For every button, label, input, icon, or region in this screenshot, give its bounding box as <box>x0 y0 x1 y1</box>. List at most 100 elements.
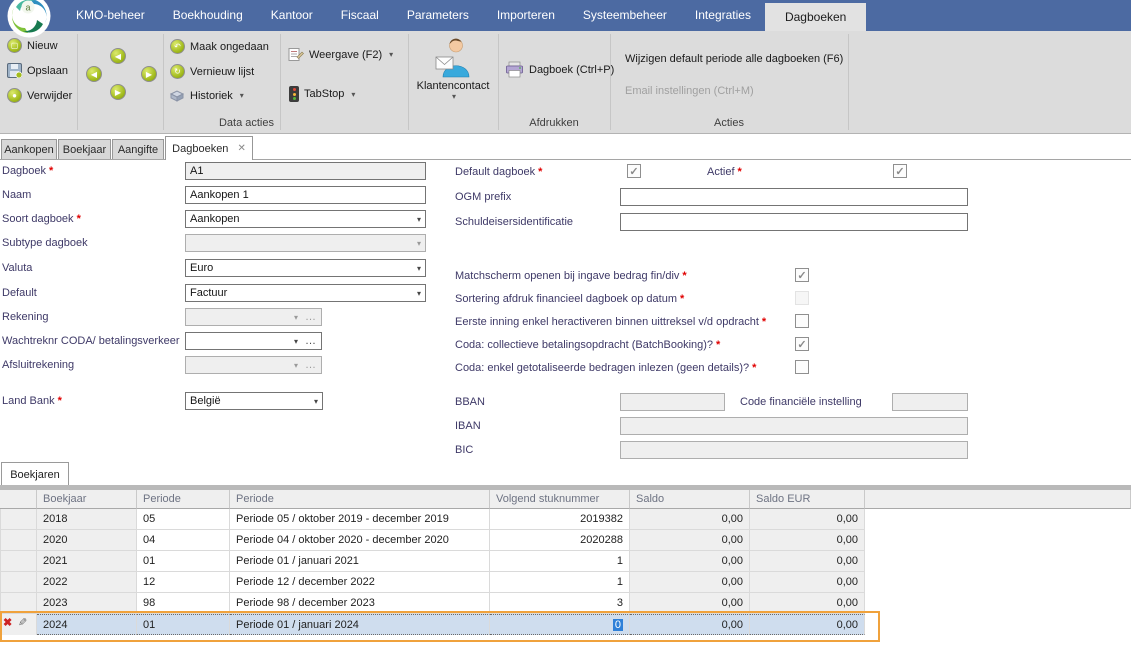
chevron-down-icon: ▾ <box>351 90 355 99</box>
coda-getotaliseerd-checkbox[interactable] <box>795 360 809 374</box>
sortering-afdruk-label: Sortering afdruk financieel dagboek op d… <box>455 293 684 305</box>
default-dagboek-checkbox[interactable]: ✓ <box>627 164 641 178</box>
row-indicator <box>0 593 37 614</box>
table-row-2021[interactable]: 2021 01 Periode 01 / januari 2021 1 0,00… <box>0 551 1131 572</box>
klantencontact-button[interactable]: Klantencontact ▾ <box>408 36 498 101</box>
iban-field <box>620 417 968 435</box>
opslaan-button[interactable]: Opslaan <box>7 63 68 78</box>
cell-periode: 01 <box>137 551 230 572</box>
coda-batchbooking-checkbox[interactable]: ✓ <box>795 337 809 351</box>
weergave-button[interactable]: Weergave (F2) ▾ <box>288 47 393 62</box>
nav-last-button[interactable]: ▶ <box>141 66 157 82</box>
nieuw-button[interactable]: ▢ Nieuw <box>7 38 58 53</box>
menu-item-kmo-beheer[interactable]: KMO-beheer <box>62 0 159 31</box>
ribbon-toolbar: ▢ Nieuw Opslaan ● Verwijder ◀ ◀ ▶ ▶ ↶ Ma… <box>0 31 1131 134</box>
menu-item-importeren[interactable]: Importeren <box>483 0 569 31</box>
tab-dagboeken-active[interactable]: Dagboeken ✕ <box>165 136 253 160</box>
wachtreknr-combo[interactable]: ▾… <box>185 332 322 350</box>
naam-field[interactable]: Aankopen 1 <box>185 186 426 204</box>
close-icon[interactable]: ✕ <box>237 143 245 154</box>
table-row-2020[interactable]: 2020 04 Periode 04 / oktober 2020 - dece… <box>0 530 1131 551</box>
weergave-label: Weergave (F2) <box>309 49 382 61</box>
dagboek-form: Dagboek* Naam Soort dagboek* Subtype dag… <box>0 160 1131 462</box>
verwijder-button[interactable]: ● Verwijder <box>7 88 72 103</box>
chevron-down-icon: ▾ <box>452 92 456 101</box>
table-row-2024-selected[interactable]: ✖ ✎ 2024 01 Periode 01 / januari 2024 0 … <box>0 614 1131 635</box>
wijzigen-default-periode-button[interactable]: Wijzigen default periode alle dagboeken … <box>625 53 843 65</box>
code-financiele-instelling-field <box>892 393 968 411</box>
tab-aangifte[interactable]: Aangifte <box>112 139 164 159</box>
tab-boekjaren-label: Boekjaren <box>10 469 60 481</box>
actief-checkbox[interactable]: ✓ <box>893 164 907 178</box>
table-row-2023[interactable]: 2023 98 Periode 98 / december 2023 3 0,0… <box>0 593 1131 614</box>
menu-item-fiscaal[interactable]: Fiscaal <box>327 0 393 31</box>
dagboek-label: Dagboek* <box>2 165 53 177</box>
dagboek-print-button[interactable]: Dagboek (Ctrl+P) <box>505 61 614 78</box>
column-header-indicator <box>0 490 37 509</box>
column-header-saldo-eur[interactable]: Saldo EUR <box>750 490 865 509</box>
dropdown-arrow-icon: ▾ <box>314 397 318 406</box>
eerste-inning-checkbox[interactable] <box>795 314 809 328</box>
column-header-periode[interactable]: Periode <box>137 490 230 509</box>
menubar: KMO-beheer Boekhouding Kantoor Fiscaal P… <box>0 0 1131 31</box>
column-header-volgend-stuknummer[interactable]: Volgend stuknummer <box>490 490 630 509</box>
tabstop-button[interactable]: TabStop ▾ <box>289 86 355 102</box>
nav-next-button[interactable]: ▶ <box>110 84 126 100</box>
default-dropdown[interactable]: Factuur▾ <box>185 284 426 302</box>
column-header-boekjaar[interactable]: Boekjaar <box>37 490 137 509</box>
subtype-dagboek-label: Subtype dagboek <box>2 237 88 249</box>
maak-ongedaan-label: Maak ongedaan <box>190 41 269 53</box>
menu-item-parameters[interactable]: Parameters <box>393 0 483 31</box>
tab-boekjaren[interactable]: Boekjaren <box>1 462 69 486</box>
column-header-saldo[interactable]: Saldo <box>630 490 750 509</box>
tab-aankopen[interactable]: Aankopen <box>1 139 57 159</box>
cell-boekjaar: 2021 <box>37 551 137 572</box>
printer-icon <box>505 61 524 78</box>
coda-getotaliseerd-label: Coda: enkel getotaliseerde bedragen inle… <box>455 362 756 374</box>
cell-omschrijving: Periode 98 / december 2023 <box>230 593 490 614</box>
maak-ongedaan-button[interactable]: ↶ Maak ongedaan <box>170 39 269 54</box>
lookup-ellipsis-icon[interactable]: … <box>305 338 317 344</box>
cell-boekjaar: 2020 <box>37 530 137 551</box>
land-bank-dropdown[interactable]: België▾ <box>185 392 323 410</box>
historiek-button[interactable]: Historiek ▾ <box>169 89 244 102</box>
matchscherm-label: Matchscherm openen bij ingave bedrag fin… <box>455 270 687 282</box>
coda-batchbooking-label: Coda: collectieve betalingsopdracht (Bat… <box>455 339 720 351</box>
menu-item-boekhouding[interactable]: Boekhouding <box>159 0 257 31</box>
default-label: Default <box>2 287 37 299</box>
cancel-row-icon[interactable]: ✖ <box>3 616 12 629</box>
cell-volgend-stuknummer: 1 <box>490 551 630 572</box>
ribbon-separator <box>848 34 849 130</box>
ogm-prefix-field[interactable] <box>620 188 968 206</box>
schuldeisersidentificatie-label: Schuldeisersidentificatie <box>455 216 573 228</box>
column-header-periode-omschrijving[interactable]: Periode <box>230 490 490 509</box>
traffic-light-icon <box>289 86 299 102</box>
selected-text: 0 <box>613 619 623 631</box>
soort-dagboek-dropdown[interactable]: Aankopen▾ <box>185 210 426 228</box>
matchscherm-checkbox[interactable]: ✓ <box>795 268 809 282</box>
table-row-2022[interactable]: 2022 12 Periode 12 / december 2022 1 0,0… <box>0 572 1131 593</box>
vernieuw-lijst-button[interactable]: ↻ Vernieuw lijst <box>170 64 254 79</box>
verwijder-label: Verwijder <box>27 90 72 102</box>
iban-label: IBAN <box>455 420 481 432</box>
table-row-2018[interactable]: 2018 05 Periode 05 / oktober 2019 - dece… <box>0 509 1131 530</box>
cell-saldo-eur: 0,00 <box>750 572 865 593</box>
tab-aankopen-label: Aankopen <box>4 144 54 156</box>
menu-item-kantoor[interactable]: Kantoor <box>257 0 327 31</box>
rekening-label: Rekening <box>2 311 48 323</box>
edit-row-icon[interactable]: ✎ <box>18 616 27 629</box>
menu-item-integraties[interactable]: Integraties <box>681 0 765 31</box>
cell-volgend-stuknummer-editing[interactable]: 0 <box>490 614 630 635</box>
menu-item-dagboeken-active[interactable]: Dagboeken <box>765 3 866 31</box>
menu-item-systeembeheer[interactable]: Systeembeheer <box>569 0 681 31</box>
schuldeisersidentificatie-field[interactable] <box>620 213 968 231</box>
nav-previous-button[interactable]: ◀ <box>110 48 126 64</box>
required-marker: * <box>762 316 766 328</box>
cell-periode: 98 <box>137 593 230 614</box>
cell-omschrijving: Periode 01 / januari 2021 <box>230 551 490 572</box>
required-marker: * <box>682 270 686 282</box>
nav-first-button[interactable]: ◀ <box>86 66 102 82</box>
naam-label: Naam <box>2 189 31 201</box>
tab-boekjaar[interactable]: Boekjaar <box>58 139 111 159</box>
valuta-dropdown[interactable]: Euro▾ <box>185 259 426 277</box>
